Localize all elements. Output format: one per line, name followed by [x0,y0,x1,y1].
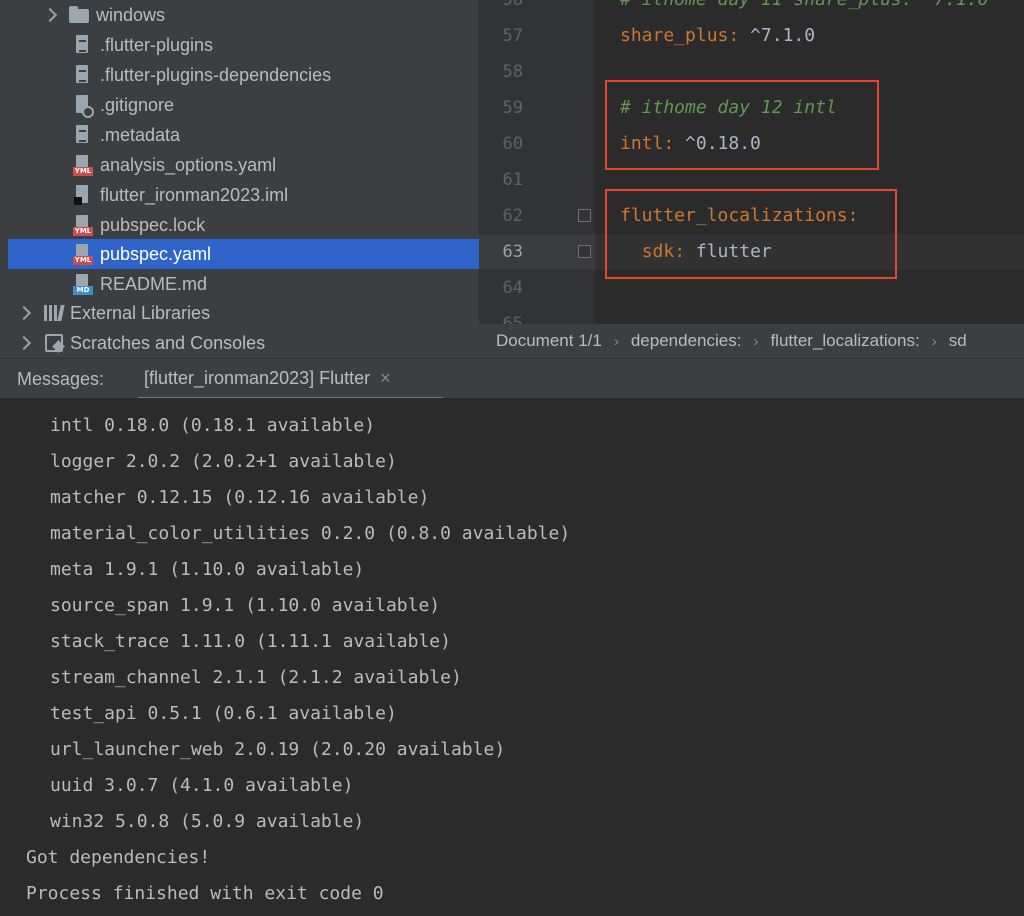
tab-flutter-messages[interactable]: [flutter_ironman2023] Flutter × [138,359,443,400]
console-line: url_launcher_web 2.0.19 (2.0.20 availabl… [50,739,506,760]
messages-toolbar: Messages: [flutter_ironman2023] Flutter … [0,358,1024,400]
code-editor[interactable]: 58 57 58 59 60 61 62 63 64 65 # ithome d… [479,0,1024,324]
line-number: 64 [502,278,523,298]
tree-item-label: flutter_ironman2023.iml [100,184,289,205]
tree-item-metadata[interactable]: .metadata [0,120,479,150]
tree-item-readme[interactable]: README.md [0,269,479,299]
line-number: 57 [502,26,523,46]
tree-item-scratches[interactable]: Scratches and Consoles [0,328,479,358]
tab-label: [flutter_ironman2023] Flutter [144,367,371,388]
console-line: test_api 0.5.1 (0.6.1 available) [50,703,397,724]
chevron-right-icon[interactable] [42,7,58,23]
iml-file-icon [73,184,91,206]
tree-item-pubspec-lock[interactable]: pubspec.lock [0,210,479,240]
tree-item-label: .metadata [100,124,181,145]
console-line: win32 5.0.8 (5.0.9 available) [50,811,365,832]
yaml-colon: : [728,25,740,46]
tree-item-external-libraries[interactable]: External Libraries [0,298,479,328]
console-line: stack_trace 1.11.0 (1.11.1 available) [50,631,451,652]
breadcrumb-item[interactable]: sd [949,331,967,351]
yaml-file-icon [73,154,93,176]
line-number: 59 [502,98,523,118]
yaml-key: share_plus [620,25,729,46]
code-line-57: share_plus: ^7.1.0 [620,18,815,54]
tree-item-windows[interactable]: windows [0,0,479,30]
chevron-right-icon[interactable] [16,335,32,351]
highlight-box-intl [605,80,879,170]
console-line: meta 1.9.1 (1.10.0 available) [50,559,365,580]
chevron-right-icon: › [613,332,619,350]
gitignore-icon [73,94,94,118]
tree-item-gitignore[interactable]: .gitignore [0,90,479,120]
folder-icon [69,4,89,26]
project-tree: windows .flutter-plugins .flutter-plugin… [0,0,479,358]
file-icon [73,34,91,56]
close-icon[interactable]: × [380,368,391,389]
tree-item-label: pubspec.lock [100,214,206,235]
line-number: 58 [502,62,523,82]
console-line: intl 0.18.0 (0.18.1 available) [50,415,376,436]
console-line: logger 2.0.2 (2.0.2+1 available) [50,451,397,472]
tree-item-iml[interactable]: flutter_ironman2023.iml [0,180,479,210]
line-number: 60 [502,134,523,154]
fold-marker-icon[interactable] [578,245,591,258]
yaml-file-icon [73,214,93,236]
tree-item-label: External Libraries [70,302,211,323]
tree-item-label: analysis_options.yaml [100,154,277,175]
tree-item-label: .gitignore [100,94,175,115]
tree-item-label: README.md [100,273,208,294]
yaml-file-icon [73,243,93,265]
console-line: source_span 1.9.1 (1.10.0 available) [50,595,441,616]
line-number: 63 [502,242,523,262]
code-line-56: # ithome day 11 share_plus: ^7.1.0 [620,0,988,18]
messages-label: Messages: [17,369,105,389]
line-number: 58 [502,0,523,10]
tree-item-label: .flutter-plugins [100,34,214,55]
console-exit-status: Process finished with exit code 0 [26,883,384,904]
breadcrumb: Document 1/1 › dependencies: › flutter_l… [479,324,1024,358]
fold-marker-icon[interactable] [578,209,591,222]
chevron-right-icon[interactable] [16,305,32,321]
markdown-file-icon [73,273,93,295]
line-number: 62 [502,206,523,226]
console-summary: Got dependencies! [26,847,211,868]
tree-item-label: Scratches and Consoles [70,332,266,353]
tree-item-label: pubspec.yaml [100,243,212,264]
tree-item-analysis-options[interactable]: analysis_options.yaml [0,150,479,180]
yaml-value: ^7.1.0 [739,25,816,46]
tree-item-flutter-plugins[interactable]: .flutter-plugins [0,30,479,60]
highlight-box-localizations [605,189,897,279]
console-line: uuid 3.0.7 (4.1.0 available) [50,775,354,796]
console-line: matcher 0.12.15 (0.12.16 available) [50,487,430,508]
breadcrumb-item[interactable]: dependencies: [631,331,742,351]
file-icon [73,64,91,86]
line-number: 61 [502,170,523,190]
scratches-icon [43,332,65,354]
console-output[interactable]: intl 0.18.0 (0.18.1 available) logger 2.… [0,398,1024,916]
tree-item-label: .flutter-plugins-dependencies [100,64,332,85]
library-icon [43,302,65,324]
tree-item-flutter-plugins-dependencies[interactable]: .flutter-plugins-dependencies [0,60,479,90]
file-icon [73,124,91,146]
breadcrumb-item[interactable]: flutter_localizations: [770,331,919,351]
line-number: 65 [502,314,523,324]
tree-item-pubspec-yaml[interactable]: pubspec.yaml [8,239,479,269]
chevron-right-icon: › [931,332,937,350]
console-line: stream_channel 2.1.1 (2.1.2 available) [50,667,462,688]
console-line: material_color_utilities 0.2.0 (0.8.0 av… [50,523,571,544]
breadcrumb-item[interactable]: Document 1/1 [496,331,602,351]
chevron-right-icon: › [753,332,759,350]
tree-item-label: windows [96,4,166,25]
